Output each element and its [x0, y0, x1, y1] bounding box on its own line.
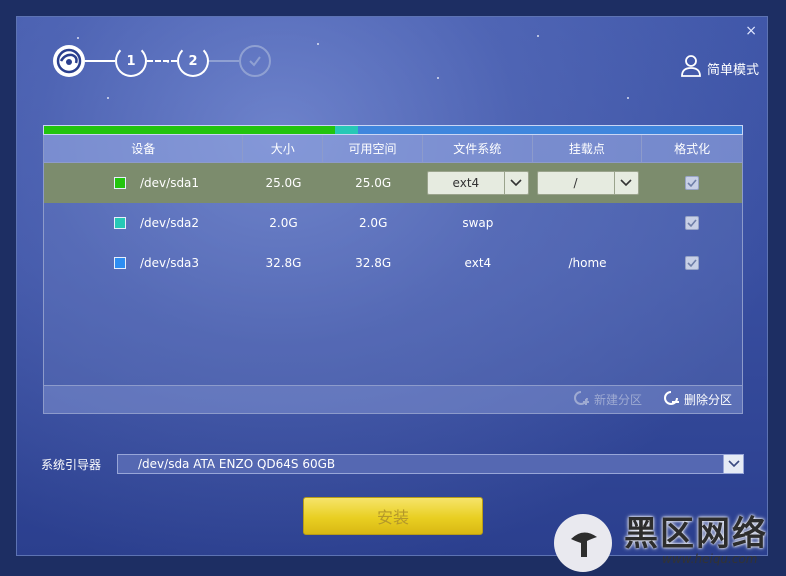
watermark-text: 黑区网络 [624, 514, 768, 554]
column-header-filesystem: 文件系统 [423, 135, 533, 162]
column-header-device: 设备 [44, 135, 244, 162]
device-name: /dev/sda2 [140, 216, 200, 230]
delete-partition-label: 删除分区 [683, 393, 732, 407]
filesystem-cell: ext4 [423, 163, 533, 203]
device-name: /dev/sda1 [140, 176, 200, 190]
free-space-cell: 25.0G [355, 176, 392, 190]
device-cell: /dev/sda3 [44, 243, 244, 283]
star [317, 43, 319, 45]
simple-mode-button[interactable]: 简单模式 [681, 55, 759, 81]
mount-point-dropdown-value: / [573, 176, 578, 190]
filesystem-cell: swap [462, 216, 494, 230]
format-checkbox[interactable] [685, 216, 700, 230]
column-header-size: 大小 [243, 135, 324, 162]
partition-row-sda2[interactable]: /dev/sda2 2.0G 2.0G swap [44, 203, 742, 243]
step-1-indicator: 1 [115, 45, 147, 77]
device-cell: /dev/sda1 [44, 163, 244, 203]
device-name: /dev/sda3 [140, 256, 200, 270]
step-connector [147, 60, 177, 62]
filesystem-dropdown[interactable]: ext4 [426, 171, 529, 195]
partition-actions-bar: 新建分区 删除分区 [44, 385, 742, 413]
table-header: 设备 大小 可用空间 文件系统 挂载点 格式化 [44, 135, 742, 163]
free-space-cell: 32.8G [355, 256, 392, 270]
column-header-free-space: 可用空间 [323, 135, 423, 162]
deepin-logo-icon [53, 45, 85, 77]
install-button[interactable]: 安装 [303, 497, 483, 535]
column-header-mount-point: 挂载点 [533, 135, 643, 162]
format-cell [642, 163, 742, 203]
installer-window: × 1 2 简单模式 设备 大小 可用空间 文件系统 挂载点 格式化 /dev/… [16, 16, 768, 556]
new-partition-label: 新建分区 [593, 393, 642, 407]
add-partition-icon [572, 389, 590, 410]
size-cell: 25.0G [265, 176, 302, 190]
watermark-url: www.heiqu.com [662, 552, 758, 566]
step-2-indicator: 2 [177, 45, 209, 77]
delete-partition-icon [662, 389, 680, 410]
close-button[interactable]: × [745, 23, 757, 39]
usage-segment-sda2 [334, 126, 359, 134]
partition-color-swatch [114, 217, 126, 229]
bootloader-select[interactable]: /dev/sda ATA ENZO QD64S 60GB [117, 454, 744, 474]
step-complete-check-icon [239, 45, 271, 77]
usage-segment-sda1 [44, 126, 335, 134]
chevron-down-icon [613, 172, 638, 194]
delete-partition-button[interactable]: 删除分区 [662, 389, 732, 410]
usage-segment-sda3 [358, 126, 740, 134]
mount-point-cell: / [533, 163, 643, 203]
format-checkbox[interactable] [685, 176, 700, 190]
simple-mode-label: 简单模式 [706, 62, 759, 78]
filesystem-dropdown-value: ext4 [452, 176, 480, 190]
format-cell [642, 203, 742, 243]
mount-point-dropdown[interactable]: / [536, 171, 639, 195]
filesystem-cell: ext4 [464, 256, 492, 270]
bootloader-label: 系统引导器 [41, 458, 102, 472]
column-header-format: 格式化 [674, 142, 711, 156]
star [627, 97, 629, 99]
chevron-down-icon [723, 455, 743, 473]
partition-panel: 设备 大小 可用空间 文件系统 挂载点 格式化 /dev/sda1 25.0G … [43, 135, 743, 414]
step-indicator: 1 2 [53, 45, 273, 77]
star [537, 35, 539, 37]
step-connector [209, 60, 239, 62]
star [77, 37, 79, 39]
format-checkbox[interactable] [685, 256, 700, 270]
size-cell: 32.8G [265, 256, 302, 270]
free-space-cell: 2.0G [358, 216, 388, 230]
mount-point-cell: /home [568, 256, 607, 270]
chevron-down-icon [503, 172, 528, 194]
partition-color-swatch [114, 257, 126, 269]
partition-row-sda1[interactable]: /dev/sda1 25.0G 25.0G ext4 / [44, 163, 742, 203]
disk-usage-bar [43, 125, 743, 135]
size-cell: 2.0G [269, 216, 298, 230]
bootloader-select-value: /dev/sda ATA ENZO QD64S 60GB [138, 457, 336, 471]
partition-color-swatch [114, 177, 126, 189]
new-partition-button[interactable]: 新建分区 [572, 389, 642, 410]
device-cell: /dev/sda2 [44, 203, 244, 243]
star [107, 97, 109, 99]
mount-point-cell [533, 203, 643, 243]
step-connector [85, 60, 115, 62]
watermark-logo-icon [554, 514, 612, 572]
format-cell [642, 243, 742, 283]
partition-row-sda3[interactable]: /dev/sda3 32.8G 32.8G ext4 /home [44, 243, 742, 283]
user-icon [681, 55, 701, 81]
star [437, 77, 439, 79]
